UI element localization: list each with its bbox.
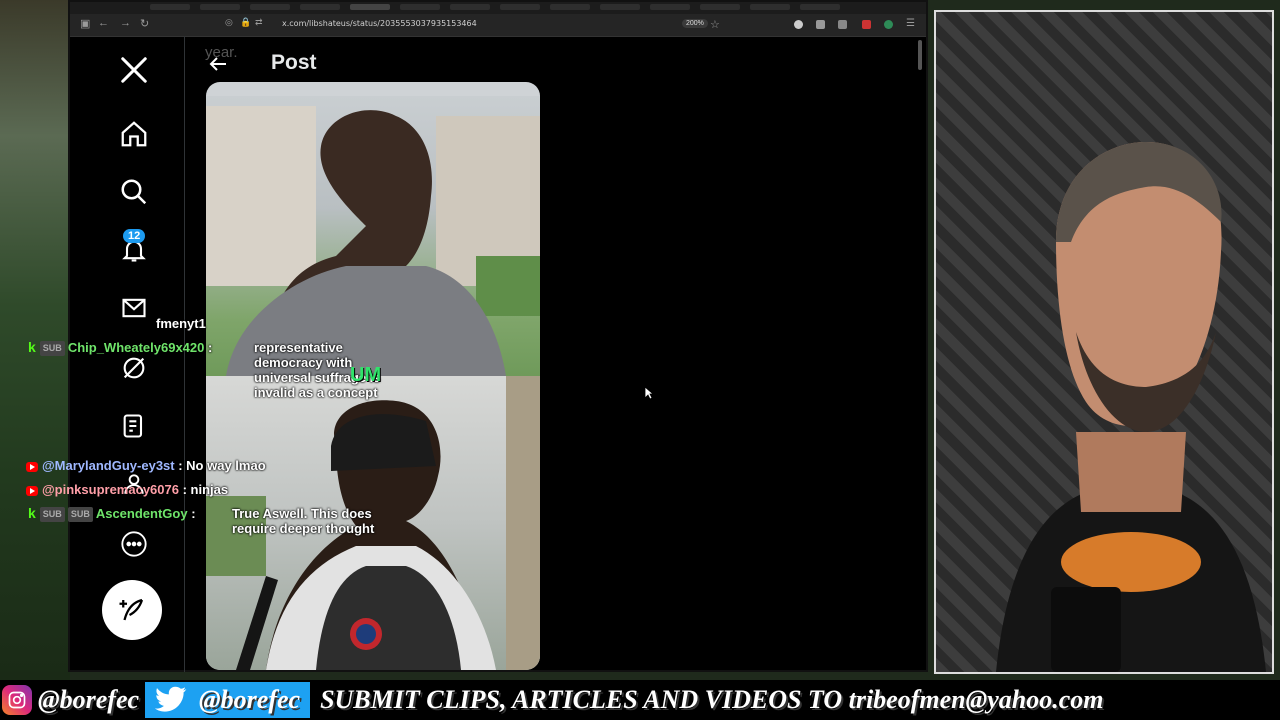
chat-message-text: ninjas xyxy=(190,482,229,497)
address-bar: ▣ ← → ↻ ◎ 🔒 ⇄ x.com/libshateus/status/20… xyxy=(70,14,926,37)
reload-icon[interactable]: ↻ xyxy=(140,17,149,30)
shield-icon[interactable]: ◎ xyxy=(225,17,233,28)
webcam-feed xyxy=(934,10,1274,674)
lists-icon[interactable] xyxy=(114,406,154,446)
compose-post-button[interactable] xyxy=(102,580,162,640)
chat-username: AscendentGoy xyxy=(95,506,188,521)
browser-tab[interactable] xyxy=(450,4,490,10)
chat-message: @MarylandGuy-ey3st : No way lmao xyxy=(26,458,266,473)
sub-badge: SUB xyxy=(39,507,65,523)
extension-icon[interactable] xyxy=(884,20,893,29)
overlay-text: UM xyxy=(350,364,382,386)
zoom-indicator[interactable]: 200% xyxy=(682,19,708,28)
browser-tab[interactable] xyxy=(550,4,590,10)
notification-badge: 12 xyxy=(123,229,146,243)
bookmark-star-icon[interactable]: ☆ xyxy=(710,18,720,31)
chat-message: @pinksupremacy6076 : ninjas xyxy=(26,482,228,497)
browser-tab[interactable] xyxy=(700,4,740,10)
chat-username: @pinksupremacy6076 xyxy=(42,482,179,497)
settings-icon[interactable]: ⇄ xyxy=(255,17,263,28)
browser-tab[interactable] xyxy=(600,4,640,10)
extension-icon[interactable] xyxy=(862,20,871,29)
browser-tab[interactable] xyxy=(200,4,240,10)
browser-tab[interactable] xyxy=(650,4,690,10)
sidebar-toggle-icon[interactable]: ▣ xyxy=(80,17,90,30)
kick-icon: k xyxy=(28,339,36,355)
more-icon[interactable] xyxy=(114,524,154,564)
sub-badge: SUB xyxy=(39,341,65,357)
chat-message: k SUB SUB AscendentGoy : True Aswell. This … xyxy=(28,505,388,537)
chat-message: fmenyt1 xyxy=(156,316,206,331)
back-icon[interactable]: ← xyxy=(98,17,109,29)
chat-username: Chip_Wheately69x420 xyxy=(67,340,205,355)
browser-tab[interactable] xyxy=(800,4,840,10)
browser-tab[interactable] xyxy=(400,4,440,10)
kick-icon: k xyxy=(28,505,36,521)
page-scrollbar[interactable] xyxy=(918,40,922,70)
messages-envelope-icon[interactable] xyxy=(114,288,154,328)
forward-icon[interactable]: → xyxy=(120,17,131,29)
x-logo-icon[interactable] xyxy=(114,50,154,90)
tab-strip[interactable] xyxy=(70,2,926,14)
browser-tab[interactable] xyxy=(150,4,190,10)
menu-icon[interactable]: ☰ xyxy=(906,18,915,29)
feather-plus-icon xyxy=(119,598,144,621)
instagram-icon xyxy=(2,685,32,715)
chat-username: @MarylandGuy-ey3st xyxy=(42,458,175,473)
search-icon[interactable] xyxy=(114,172,154,212)
chat-message-text: No way lmao xyxy=(186,458,266,473)
mouse-cursor-icon xyxy=(644,386,655,405)
lock-icon[interactable]: 🔒 xyxy=(240,17,251,28)
browser-tab[interactable] xyxy=(250,4,290,10)
twitter-bird-icon xyxy=(149,682,193,718)
chat-message-text: True Aswell. This does require deeper th… xyxy=(232,506,375,536)
browser-tab[interactable] xyxy=(750,4,790,10)
extension-icon[interactable] xyxy=(794,20,803,29)
youtube-icon xyxy=(26,461,38,472)
browser-tab-active[interactable] xyxy=(350,4,390,10)
youtube-icon xyxy=(26,485,38,496)
browser-tab[interactable] xyxy=(300,4,340,10)
browser-tab[interactable] xyxy=(500,4,540,10)
url-field[interactable]: x.com/libshateus/status/2035553037935153… xyxy=(282,19,477,28)
sub-badge: SUB xyxy=(67,507,93,523)
video-frame-top xyxy=(206,96,540,377)
submit-clips-text: SUBMIT CLIPS, ARTICLES AND VIDEOS TO tri… xyxy=(320,685,1104,714)
chat-message: k SUB Chip_Wheately69x420 : representative… xyxy=(28,339,388,401)
home-icon[interactable] xyxy=(114,114,154,154)
twitter-handle: @borefec xyxy=(199,685,301,714)
instagram-handle: @borefec xyxy=(38,685,140,714)
chat-username: fmenyt1 xyxy=(156,316,206,331)
back-arrow-icon[interactable] xyxy=(206,52,230,81)
stream-banner: @borefec @borefec SUBMIT CLIPS, ARTICLES… xyxy=(0,680,1280,720)
extension-icon[interactable] xyxy=(816,20,825,29)
page-title: Post xyxy=(271,51,317,74)
extension-icon[interactable] xyxy=(838,20,847,29)
twitter-handle-box: @borefec xyxy=(145,682,311,718)
